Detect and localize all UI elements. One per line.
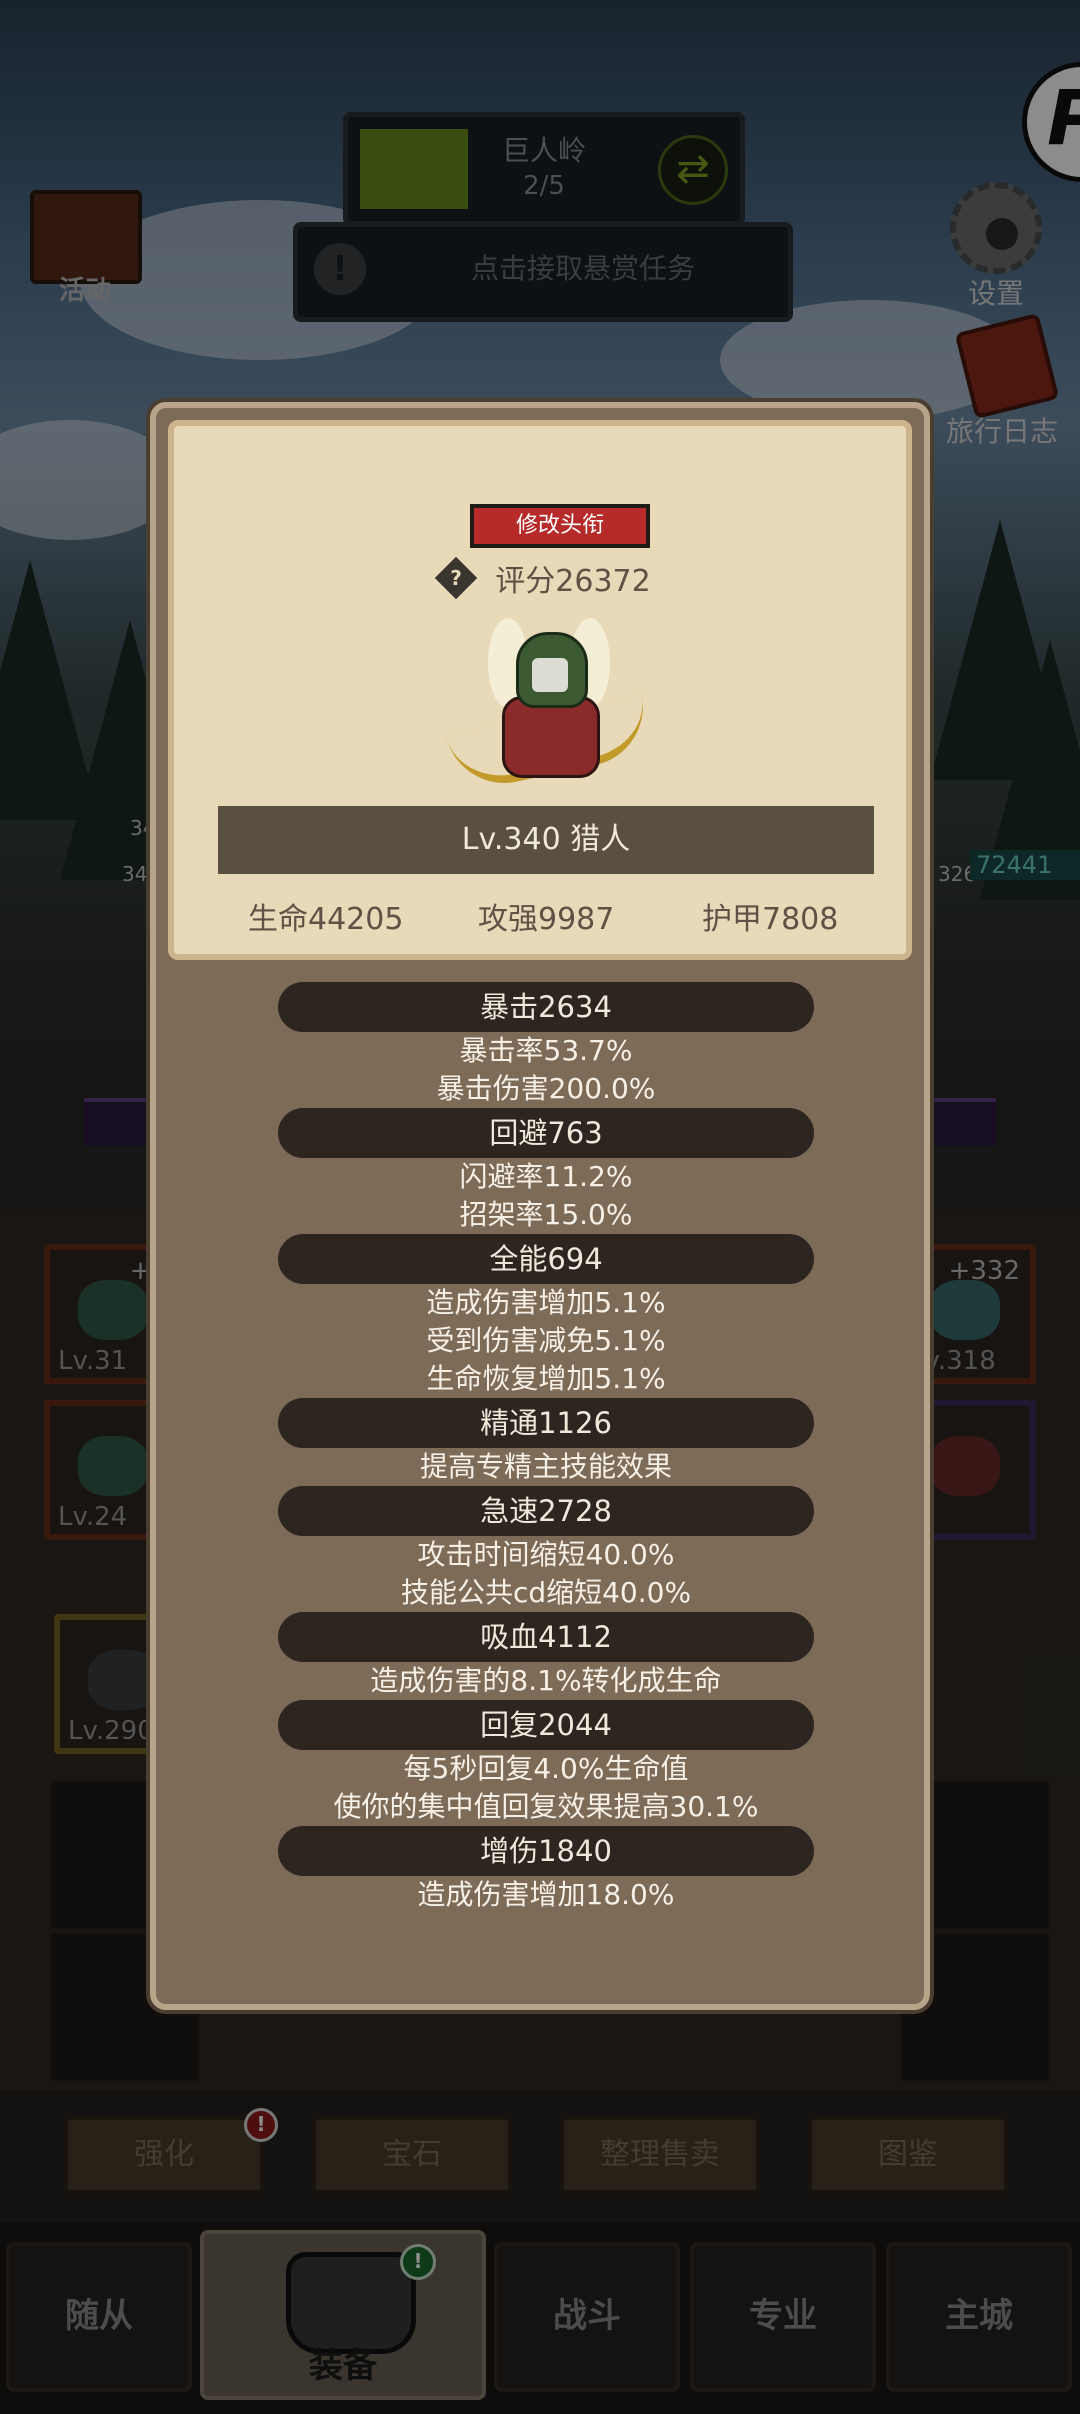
character-summary-card: 修改头衔 ? 评分26372 Lv.340 猎人 生命44205 攻强9987 护…	[168, 420, 912, 960]
stat-line: 受到伤害减免5.1%	[426, 1324, 666, 1357]
stat-line: 使你的集中值回复效果提高30.1%	[333, 1790, 759, 1823]
score-value: 评分26372	[495, 564, 651, 599]
stat-line: 造成伤害增加5.1%	[426, 1286, 666, 1319]
stat-line: 提高专精主技能效果	[419, 1450, 672, 1483]
score-row: ? 评分26372	[174, 556, 918, 606]
attack-stat: 攻强9987	[478, 902, 615, 937]
stat-line: 造成伤害的8.1%转化成生命	[370, 1664, 722, 1697]
help-icon[interactable]: ?	[435, 556, 478, 600]
stat-line: 招架率15.0%	[459, 1198, 633, 1231]
stat-line: 暴击率53.7%	[459, 1034, 633, 1067]
stat-line: 技能公共cd缩短40.0%	[400, 1576, 692, 1609]
stat-header-regen: 回复2044	[278, 1700, 814, 1750]
stat-header-versatility: 全能694	[278, 1234, 814, 1284]
stat-header-lifesteal: 吸血4112	[278, 1612, 814, 1662]
class-level-bar: Lv.340 猎人	[218, 806, 874, 874]
stat-line: 生命恢复增加5.1%	[426, 1362, 666, 1395]
character-stats-popup: 修改头衔 ? 评分26372 Lv.340 猎人 生命44205 攻强9987 护…	[150, 402, 930, 2010]
stat-line: 攻击时间缩短40.0%	[417, 1538, 675, 1571]
stat-header-crit: 暴击2634	[278, 982, 814, 1032]
stat-line: 造成伤害增加18.0%	[417, 1878, 675, 1911]
hunter-character-avatar	[445, 618, 655, 798]
edit-title-button[interactable]: 修改头衔	[470, 504, 650, 548]
stat-header-mastery: 精通1126	[278, 1398, 814, 1448]
stat-line: 闪避率11.2%	[459, 1160, 633, 1193]
stat-header-damage-bonus: 增伤1840	[278, 1826, 814, 1876]
class-level-text: Lv.340 猎人	[461, 822, 631, 857]
stat-line: 暴击伤害200.0%	[436, 1072, 656, 1105]
secondary-stats-list: 暴击2634 暴击率53.7% 暴击伤害200.0% 回避763 闪避率11.2…	[156, 982, 936, 1914]
core-stats-row: 生命44205 攻强9987 护甲7808	[174, 894, 918, 944]
armor-stat: 护甲7808	[702, 902, 839, 937]
stat-header-haste: 急速2728	[278, 1486, 814, 1536]
stat-header-avoidance: 回避763	[278, 1108, 814, 1158]
stat-line: 每5秒回复4.0%生命值	[403, 1752, 689, 1785]
hp-stat: 生命44205	[248, 902, 404, 937]
